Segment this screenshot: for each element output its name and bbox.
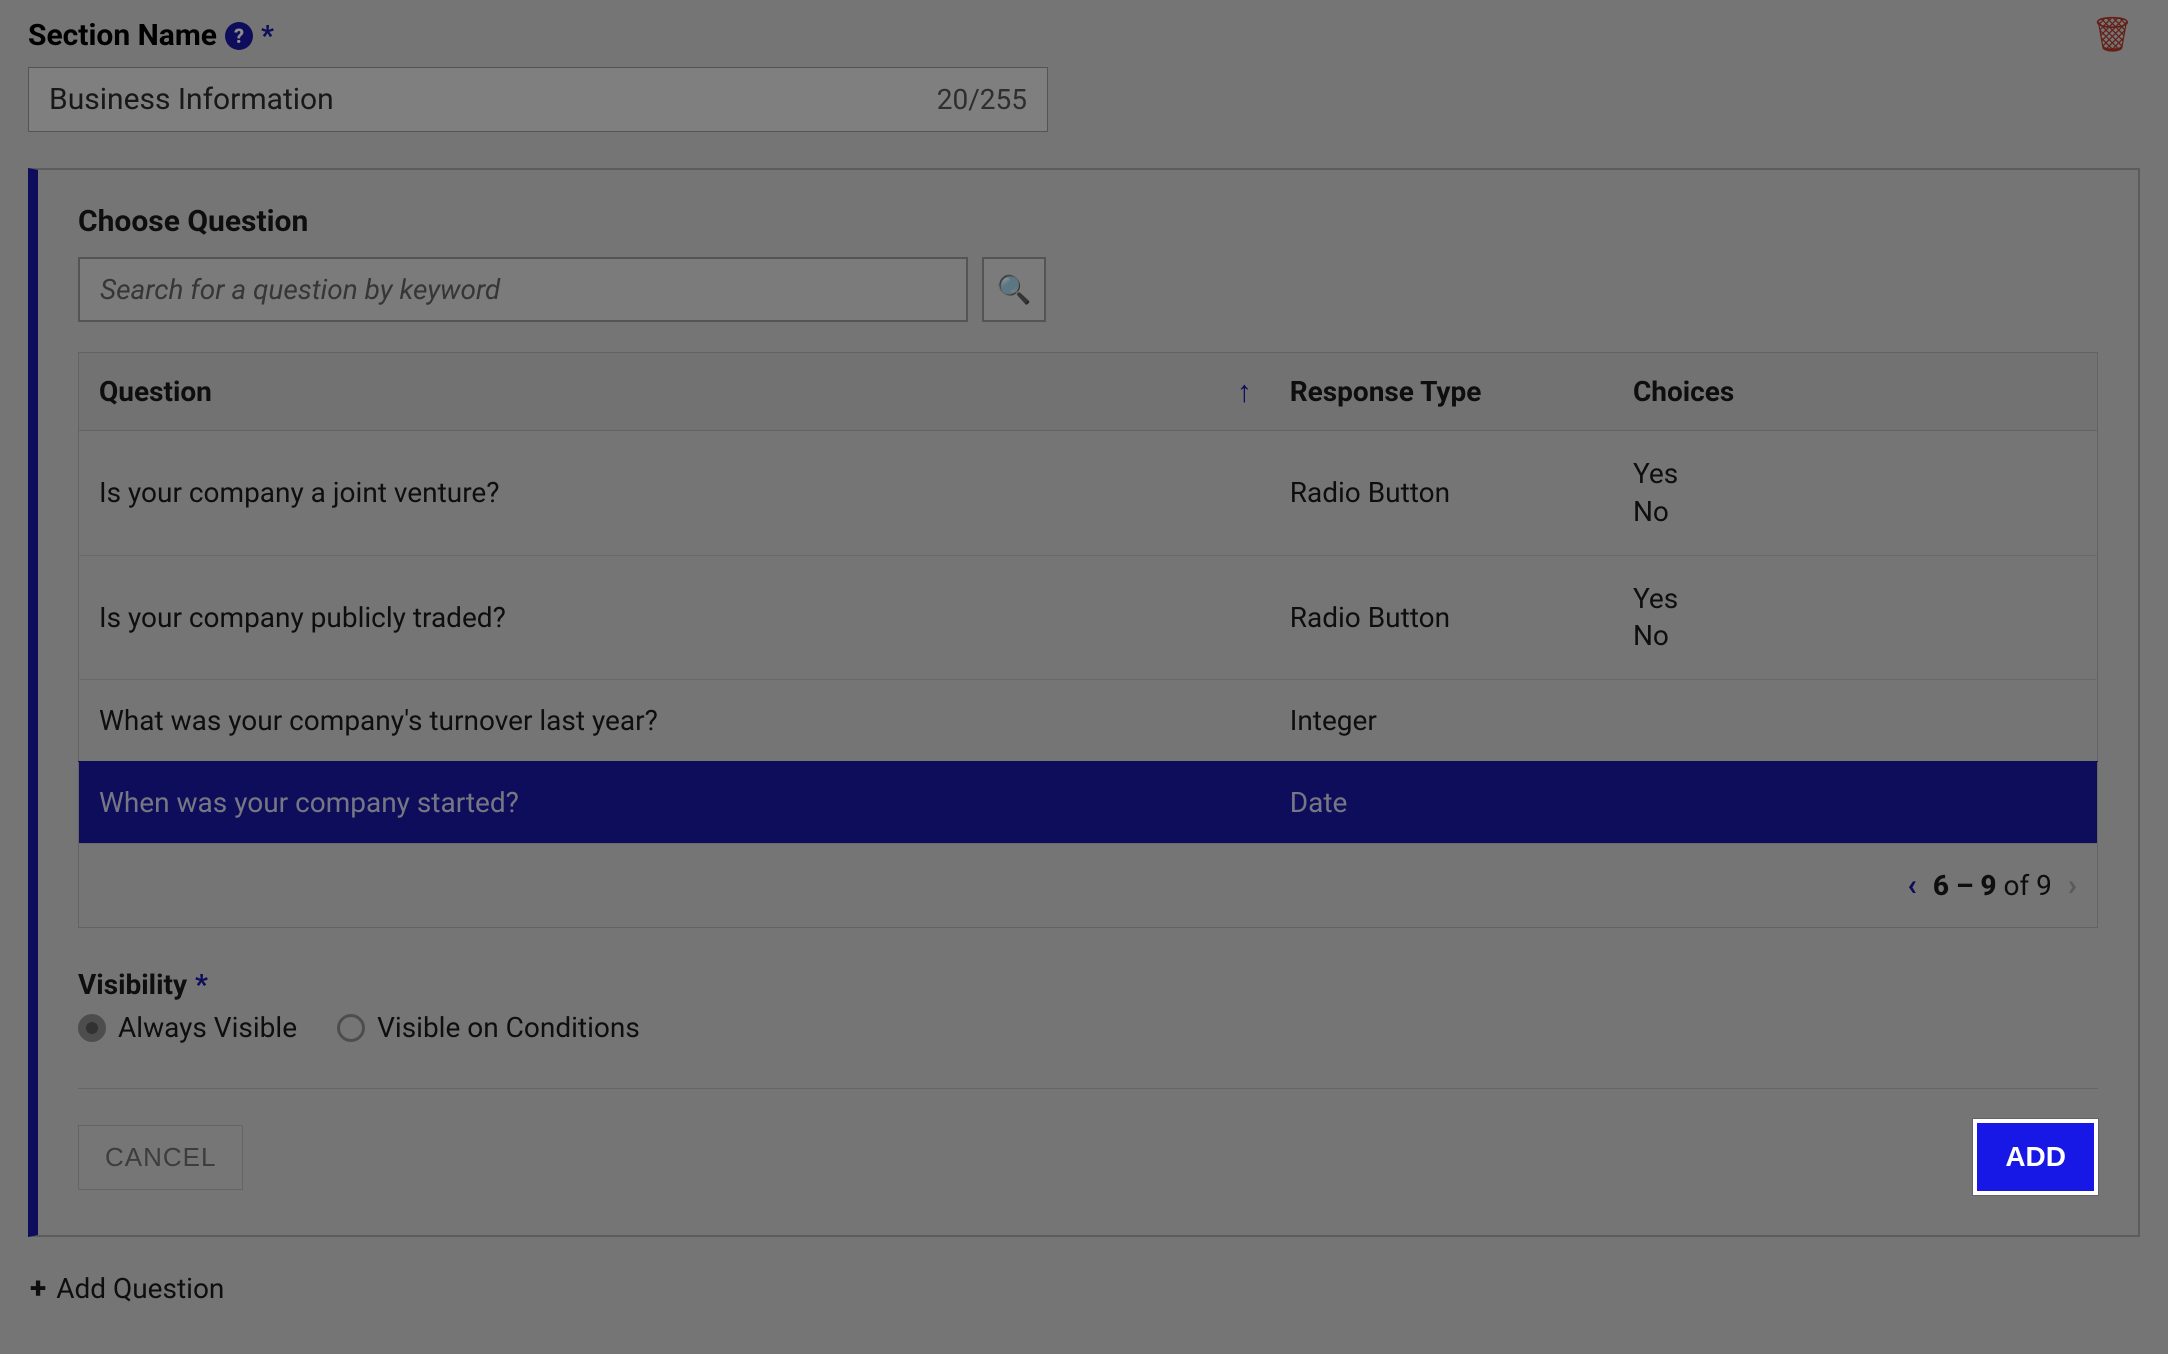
section-name-counter: 20/255	[937, 83, 1027, 116]
cell-choices	[1613, 680, 2098, 762]
col-question-header[interactable]: Question ↑	[79, 353, 1270, 431]
cell-response-type: Radio Button	[1270, 555, 1613, 680]
table-row[interactable]: What was your company's turnover last ye…	[79, 680, 2098, 762]
col-response-header[interactable]: Response Type	[1270, 353, 1613, 431]
section-name-label: Section Name	[28, 18, 217, 53]
pager-next[interactable]: ›	[2068, 868, 2077, 903]
col-response-label: Response Type	[1290, 375, 1482, 408]
cell-choices	[1613, 762, 2098, 844]
divider	[78, 1088, 2098, 1089]
choice-value: Yes	[1633, 455, 2077, 493]
table-row[interactable]: Is your company a joint venture?Radio Bu…	[79, 431, 2098, 556]
trash-icon[interactable]: 🗑	[2091, 18, 2140, 52]
actions-row: CANCEL ADD	[78, 1119, 2098, 1195]
search-icon: 🔍	[997, 273, 1032, 306]
radio-icon-empty	[337, 1014, 365, 1042]
visibility-options: Always Visible Visible on Conditions	[78, 1011, 2098, 1044]
pager-row: ‹ 6 – 9 of 9 ›	[79, 844, 2098, 928]
sort-up-icon: ↑	[1237, 374, 1252, 409]
choice-value: No	[1633, 493, 2077, 531]
cell-question: Is your company publicly traded?	[79, 555, 1270, 680]
table-row[interactable]: Is your company publicly traded?Radio Bu…	[79, 555, 2098, 680]
section-name-input[interactable]: Business Information 20/255	[28, 67, 1048, 132]
search-input[interactable]: Search for a question by keyword	[78, 257, 968, 322]
table-header-row: Question ↑ Response Type Choices	[79, 353, 2098, 431]
cell-question: Is your company a joint venture?	[79, 431, 1270, 556]
table-row[interactable]: When was your company started?Date	[79, 762, 2098, 844]
plus-icon: +	[30, 1271, 46, 1306]
pager-of: of	[2004, 869, 2030, 902]
visibility-required-star: *	[195, 968, 208, 1001]
choose-question-panel: Choose Question Search for a question by…	[28, 168, 2140, 1237]
pager-range: 6 – 9	[1933, 869, 1997, 902]
required-star: *	[261, 19, 274, 52]
search-row: Search for a question by keyword 🔍	[78, 257, 2098, 322]
radio-icon-filled	[78, 1014, 106, 1042]
visibility-option-always[interactable]: Always Visible	[78, 1011, 297, 1044]
col-question-label: Question	[99, 375, 212, 408]
visibility-conditional-label: Visible on Conditions	[377, 1011, 640, 1044]
visibility-always-label: Always Visible	[118, 1011, 297, 1044]
section-name-value: Business Information	[49, 82, 937, 117]
cell-response-type: Date	[1270, 762, 1613, 844]
choice-value: No	[1633, 617, 2077, 655]
visibility-label-row: Visibility *	[78, 968, 2098, 1001]
choose-question-title: Choose Question	[78, 204, 2098, 239]
cell-response-type: Radio Button	[1270, 431, 1613, 556]
col-choices-header[interactable]: Choices	[1613, 353, 2098, 431]
pager-total: 9	[2036, 869, 2052, 902]
help-icon[interactable]: ?	[225, 22, 253, 50]
section-name-label-row: Section Name ? *	[28, 18, 1048, 53]
page-root: Section Name ? * Business Information 20…	[0, 0, 2168, 1354]
cell-question: What was your company's turnover last ye…	[79, 680, 1270, 762]
cell-response-type: Integer	[1270, 680, 1613, 762]
section-name-field: Section Name ? * Business Information 20…	[28, 18, 1048, 132]
questions-table: Question ↑ Response Type Choices Is your…	[78, 352, 2098, 928]
choice-value: Yes	[1633, 580, 2077, 618]
visibility-label: Visibility	[78, 968, 187, 1001]
cell-question: When was your company started?	[79, 762, 1270, 844]
search-placeholder: Search for a question by keyword	[100, 273, 500, 306]
pager: ‹ 6 – 9 of 9 ›	[1907, 868, 2077, 903]
search-button[interactable]: 🔍	[982, 257, 1046, 322]
col-choices-label: Choices	[1633, 375, 1734, 408]
add-question-label: Add Question	[56, 1272, 224, 1305]
pager-prev[interactable]: ‹	[1907, 868, 1916, 903]
cell-choices: YesNo	[1613, 555, 2098, 680]
add-button[interactable]: ADD	[1973, 1119, 2098, 1195]
add-question-link[interactable]: + Add Question	[28, 1271, 2140, 1306]
cell-choices: YesNo	[1613, 431, 2098, 556]
section-header-row: Section Name ? * Business Information 20…	[28, 18, 2140, 132]
cancel-button[interactable]: CANCEL	[78, 1125, 243, 1190]
visibility-option-conditional[interactable]: Visible on Conditions	[337, 1011, 640, 1044]
visibility-block: Visibility * Always Visible Visible on C…	[78, 968, 2098, 1044]
